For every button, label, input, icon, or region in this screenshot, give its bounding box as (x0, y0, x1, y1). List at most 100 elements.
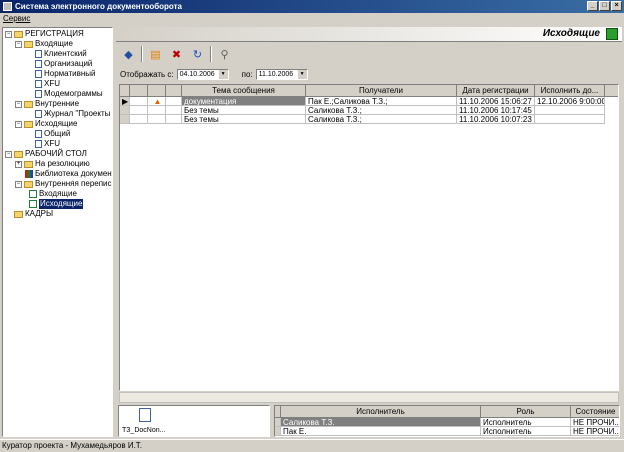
attachment-filename[interactable]: ТЗ_DocNon... (122, 427, 165, 434)
tree-xfu2[interactable]: XFU (35, 139, 60, 149)
attachments-panel[interactable]: ТЗ_DocNon... (118, 405, 270, 437)
tree-resolution[interactable]: + На резолюцию (15, 159, 90, 169)
col-performer[interactable]: Исполнитель (281, 406, 481, 418)
cell-performer[interactable]: Пак Е. (281, 427, 481, 436)
collapse-icon[interactable]: − (15, 100, 22, 108)
col-state[interactable]: Состояние (571, 406, 619, 418)
document-file-icon[interactable] (139, 408, 151, 422)
tree-outgoing[interactable]: − Исходящие (15, 119, 77, 129)
tree-mail-out[interactable]: Исходящие (29, 199, 84, 209)
tree-orgs[interactable]: Организаций (35, 59, 92, 69)
cell-role[interactable]: Исполнитель (481, 418, 571, 427)
tree-journal[interactable]: Журнал "Проекты (35, 109, 110, 119)
tree-staff[interactable]: КАДРЫ (5, 209, 53, 219)
cell-performer[interactable]: Саликова Т.З. (281, 418, 481, 427)
inbox-icon (29, 190, 37, 198)
col-flag2 (148, 85, 166, 97)
collapse-icon[interactable]: − (15, 120, 22, 128)
tree-modem[interactable]: Модемограммы (35, 89, 103, 99)
table-row[interactable] (130, 106, 148, 115)
cell-due[interactable] (535, 106, 605, 115)
table-row[interactable] (148, 106, 166, 115)
tree-desk[interactable]: − РАБОЧИЙ СТОЛ (5, 149, 87, 159)
tree-incoming[interactable]: − Входящие (15, 39, 73, 49)
cell-subject[interactable]: Без темы (182, 115, 306, 124)
cell-recipients[interactable]: Саликова Т.З.; (306, 106, 457, 115)
collapse-icon[interactable]: − (15, 180, 22, 188)
tree-registration[interactable]: − РЕГИСТРАЦИЯ (5, 29, 84, 39)
horizontal-scrollbar[interactable] (119, 392, 619, 403)
performers-grid[interactable]: Исполнитель Роль Состояние Саликова Т.З.… (274, 405, 620, 437)
journal-icon (35, 110, 42, 118)
library-icon (25, 170, 33, 178)
expand-icon[interactable]: + (15, 160, 22, 168)
table-row[interactable] (166, 97, 182, 106)
tree-internal[interactable]: − Внутренние (15, 99, 79, 109)
search-button[interactable]: ⚲ (216, 46, 233, 63)
cell-subject[interactable]: Без темы (182, 106, 306, 115)
maximize-button[interactable]: □ (599, 1, 610, 11)
messages-grid[interactable]: Тема сообщения Получатели Дата регистрац… (119, 84, 619, 391)
cell-subject[interactable]: документация (182, 97, 306, 106)
outbox-icon (29, 200, 37, 208)
journal-icon (35, 140, 42, 148)
cell-reg-date[interactable]: 11.10.2006 10:17:45 (457, 106, 535, 115)
cell-due[interactable] (535, 115, 605, 124)
col-role[interactable]: Роль (481, 406, 571, 418)
table-row[interactable] (130, 115, 148, 124)
tree-general[interactable]: Общий (35, 129, 70, 139)
col-flag3 (166, 85, 182, 97)
col-subject[interactable]: Тема сообщения (182, 85, 306, 97)
journal-icon (35, 130, 42, 138)
col-recipients[interactable]: Получатели (306, 85, 457, 97)
from-label: Отображать с: (120, 69, 174, 79)
to-date-field[interactable]: 11.10.2006 ▼ (255, 68, 308, 80)
exit-icon[interactable] (606, 28, 618, 40)
tree-mail-in[interactable]: Входящие (29, 189, 77, 199)
menu-service[interactable]: Сервис (3, 14, 30, 23)
row-indicator[interactable] (120, 115, 130, 124)
row-indicator[interactable] (120, 106, 130, 115)
col-reg-date[interactable]: Дата регистрации (457, 85, 535, 97)
tree-normative[interactable]: Нормативный (35, 69, 95, 79)
collapse-icon[interactable]: − (5, 150, 12, 158)
date-filter: Отображать с: 04.10.2006 ▼ по: 11.10.2006… (120, 68, 308, 80)
chevron-down-icon[interactable]: ▼ (297, 69, 307, 79)
cell-state[interactable]: НЕ ПРОЧИ... (571, 418, 619, 427)
folder-icon (14, 30, 23, 38)
toolbar-separator (141, 46, 143, 62)
diamond-button[interactable]: ◆ (120, 46, 137, 63)
cell-reg-date[interactable]: 11.10.2006 10:07:23 (457, 115, 535, 124)
collapse-icon[interactable]: − (15, 40, 22, 48)
cell-recipients[interactable]: Саликова Т.З.; (306, 115, 457, 124)
journal-icon (35, 70, 42, 78)
minimize-button[interactable]: _ (587, 1, 598, 11)
table-row[interactable] (130, 97, 148, 106)
window-titlebar: Система электронного документооборота _ … (0, 0, 624, 13)
cell-recipients[interactable]: Пак Е.;Саликова Т.З.; (306, 97, 457, 106)
tree-library[interactable]: Библиотека документ (25, 169, 112, 179)
cell-state[interactable]: НЕ ПРОЧИ... (571, 427, 619, 436)
new-doc-button[interactable]: ▤ (147, 46, 164, 63)
table-row[interactable] (166, 115, 182, 124)
main-pane: Исходящие ◆ ▤ ✖ ↻ ⚲ Отображать с: 04.10.… (116, 27, 622, 437)
delete-button[interactable]: ✖ (168, 46, 185, 63)
cell-due[interactable]: 12.10.2006 9:00:00 (535, 97, 605, 106)
row-indicator-icon[interactable]: ▶ (120, 97, 130, 106)
navigation-tree[interactable]: − РЕГИСТРАЦИЯ − Входящие Клиентский Органи… (2, 27, 113, 437)
table-row[interactable] (166, 106, 182, 115)
refresh-button[interactable]: ↻ (189, 46, 206, 63)
chevron-down-icon[interactable]: ▼ (218, 69, 228, 79)
close-button[interactable]: × (611, 1, 622, 11)
cell-role[interactable]: Исполнитель (481, 427, 571, 436)
cell-reg-date[interactable]: 11.10.2006 15:06:27 (457, 97, 535, 106)
collapse-icon[interactable]: − (5, 30, 12, 38)
app-icon (3, 2, 12, 11)
tree-xfu[interactable]: XFU (35, 79, 60, 89)
table-row[interactable] (148, 115, 166, 124)
tree-client[interactable]: Клиентский (35, 49, 87, 59)
tree-internal-mail[interactable]: − Внутренняя переписка (15, 179, 112, 189)
col-due[interactable]: Исполнить до... (535, 85, 605, 97)
journal-icon (35, 50, 42, 58)
from-date-field[interactable]: 04.10.2006 ▼ (176, 68, 229, 80)
